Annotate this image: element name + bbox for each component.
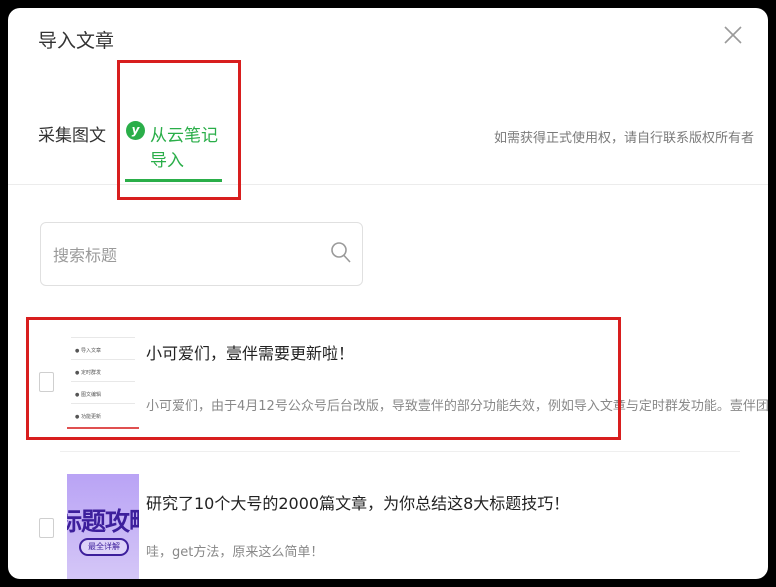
article-summary: 哇，get方法，原来这么简单！ — [146, 545, 324, 560]
close-icon[interactable] — [720, 22, 746, 48]
article-row[interactable]: ● 导入文章 ● 定时群发 ● 图文编辑 ● 功能更新 小可爱们，壹伴需要更新啦… — [8, 320, 768, 440]
article-row[interactable]: 标题攻略 最全详解 研究了10个大号的2000篇文章，为你总结这8大标题技巧！ … — [8, 468, 768, 579]
import-article-dialog: 导入文章 采集图文 y 从云笔记导入 如需获得正式使用权，请自行联系版权所有者 … — [8, 8, 768, 579]
thumb-line: ● 图文编辑 — [75, 392, 101, 398]
article-checkbox[interactable] — [39, 518, 54, 538]
search-box — [40, 222, 363, 286]
article-thumbnail: 标题攻略 最全详解 — [67, 474, 139, 579]
thumb-line: ● 定时群发 — [75, 370, 101, 376]
thumb-cover-pill: 最全详解 — [79, 538, 129, 556]
tab-yunbiji-label: 从云笔记导入 — [150, 126, 218, 171]
list-divider — [60, 451, 740, 452]
article-summary: 小可爱们，由于4月12号公众号后台改版，导致壹伴的部分功能失效，例如导入文章与定… — [146, 399, 768, 414]
search-icon[interactable] — [330, 241, 352, 265]
tab-collect-articles[interactable]: 采集图文 — [38, 121, 106, 146]
yunbiji-logo-icon: y — [126, 121, 145, 140]
thumb-cover-title: 标题攻略 — [67, 507, 139, 536]
dialog-title: 导入文章 — [38, 30, 115, 52]
thumb-line: ● 功能更新 — [75, 414, 101, 420]
article-title: 研究了10个大号的2000篇文章，为你总结这8大标题技巧！ — [146, 494, 570, 513]
search-input[interactable] — [51, 237, 315, 273]
article-checkbox[interactable] — [39, 372, 54, 392]
article-thumbnail: ● 导入文章 ● 定时群发 ● 图文编辑 ● 功能更新 — [67, 325, 139, 431]
thumb-line: ● 导入文章 — [75, 348, 101, 354]
article-title: 小可爱们，壹伴需要更新啦！ — [146, 344, 355, 363]
tab-bar: 采集图文 y 从云笔记导入 如需获得正式使用权，请自行联系版权所有者 — [8, 103, 768, 183]
active-tab-indicator — [125, 179, 222, 182]
copyright-note: 如需获得正式使用权，请自行联系版权所有者 — [493, 131, 754, 146]
tab-import-from-yunbiji[interactable]: y 从云笔记导入 — [123, 103, 233, 183]
tabs-divider — [8, 184, 768, 185]
